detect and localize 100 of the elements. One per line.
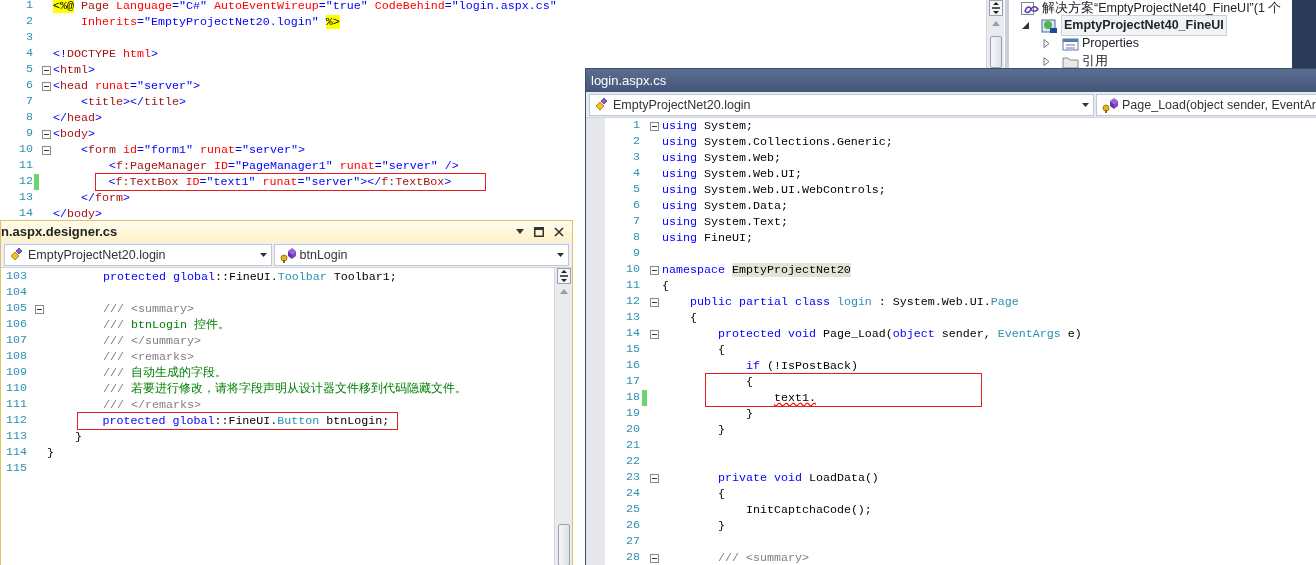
line-number: 11: [18, 157, 33, 175]
code-line: /// <summary>: [717, 552, 809, 564]
type-dropdown[interactable]: EmptyProjectNet20.login: [4, 244, 272, 266]
fold-icon[interactable]: [34, 304, 44, 314]
dropdown-arrow-icon[interactable]: [1082, 103, 1089, 107]
line-number: 104: [5, 284, 27, 302]
code-line: {: [690, 312, 697, 324]
line-number: 24: [625, 485, 640, 503]
fold-icon[interactable]: [650, 553, 659, 563]
window-title: login.aspx.cs: [591, 71, 667, 90]
code-line: /// <remarks>: [102, 351, 194, 363]
line-number: 23: [625, 469, 640, 487]
code-line: }: [745, 408, 753, 420]
vertical-scrollbar[interactable]: [554, 268, 572, 565]
vertical-scrollbar[interactable]: [986, 0, 1004, 68]
tree-item[interactable]: Properties: [1082, 34, 1139, 53]
line-number: 2: [25, 13, 33, 31]
fold-icon[interactable]: [650, 297, 659, 307]
class-icon: [9, 247, 25, 263]
line-number: 105: [5, 300, 27, 318]
line-number: 9: [25, 125, 33, 143]
properties-icon: [1062, 36, 1079, 51]
code-line: /// 若要进行修改，请将字段声明从设计器文件移到代码隐藏文件。: [102, 383, 467, 395]
fold-icon[interactable]: [41, 145, 51, 155]
code-line: }: [47, 447, 54, 459]
fold-icon[interactable]: [650, 121, 659, 131]
method-icon: [1101, 97, 1119, 113]
code-line: {: [662, 280, 669, 292]
fold-icon[interactable]: [650, 329, 659, 339]
line-number: 11: [625, 277, 640, 295]
line-number: 3: [632, 149, 640, 167]
code-line: {: [717, 344, 725, 356]
line-number: 7: [632, 213, 640, 231]
line-number: 13: [18, 189, 33, 207]
line-number: 22: [625, 453, 640, 471]
dropdown-arrow-icon[interactable]: [557, 253, 564, 257]
tree-item[interactable]: EmptyProjectNet40_FineUI: [1061, 15, 1227, 36]
code-line: <form id="form1" runat="server">: [81, 144, 305, 156]
code-line: {: [717, 488, 725, 500]
line-number: 10: [625, 261, 640, 279]
dropdown-arrow-icon[interactable]: [259, 253, 267, 257]
line-number: 20: [625, 421, 640, 439]
dropdown-icon[interactable]: [516, 229, 524, 234]
line-number: 110: [5, 380, 27, 398]
line-number: 28: [625, 549, 640, 565]
line-number: 12: [18, 173, 33, 191]
line-number: 25: [625, 501, 640, 519]
code-line: </form>: [81, 192, 130, 204]
splitter-icon[interactable]: [988, 0, 1003, 16]
code-line: protected global::FineUI.Toolbar Toolbar1;: [102, 271, 397, 283]
line-number: 1: [25, 0, 33, 15]
code-line: protected void Page_Load(object sender, EventArgs e): [717, 328, 1082, 340]
fold-icon[interactable]: [650, 473, 659, 483]
scrollbar-thumb[interactable]: [989, 36, 1002, 68]
code-line: InitCaptchaCode();: [745, 504, 872, 516]
line-number: 27: [625, 533, 640, 551]
code-line: text1.: [773, 392, 816, 404]
fold-icon[interactable]: [41, 129, 51, 139]
class-icon: [594, 97, 610, 113]
line-number: 4: [632, 165, 640, 183]
type-dropdown[interactable]: EmptyProjectNet20.login: [589, 94, 1094, 116]
solution-label[interactable]: 解决方案“EmptyProjectNet40_FineUI”(1 个: [1042, 0, 1282, 18]
fold-icon[interactable]: [41, 81, 51, 91]
code-line: }: [717, 424, 725, 436]
code-line: /// btnLogin 控件。: [102, 319, 230, 331]
line-number: 4: [25, 45, 33, 63]
code-line: namespace EmptyProjectNet20: [662, 264, 851, 276]
member-dropdown[interactable]: Page_Load(object sender, EventAr: [1096, 94, 1316, 116]
line-number: 3: [25, 29, 33, 47]
code-line: <head runat="server">: [53, 80, 200, 92]
fold-icon[interactable]: [41, 65, 51, 75]
code-line: if (!IsPostBack): [745, 360, 858, 372]
code-line: <f:TextBox ID="text1" runat="server"></f:TextBox>: [108, 175, 452, 189]
line-number: 103: [5, 268, 27, 286]
code-line: private void LoadData(): [717, 472, 879, 484]
scrollbar-thumb[interactable]: [557, 524, 570, 565]
line-number: 112: [5, 412, 27, 430]
line-number: 5: [25, 61, 33, 79]
tree-item[interactable]: 引用: [1082, 52, 1108, 71]
maximize-icon[interactable]: [534, 226, 544, 237]
code-line: /// </remarks>: [102, 399, 201, 411]
line-number: 5: [632, 181, 640, 199]
triangle-icon[interactable]: [1021, 21, 1030, 30]
window-title: n.aspx.designer.cs: [1, 222, 119, 241]
line-number: 18: [625, 389, 640, 407]
splitter-icon[interactable]: [556, 268, 571, 284]
line-number: 17: [625, 373, 640, 391]
line-number: 21: [625, 437, 640, 455]
line-number: 106: [5, 316, 27, 334]
code-line: <!DOCTYPE html>: [53, 48, 158, 60]
code-line: }: [717, 520, 725, 532]
code-line: </head>: [53, 112, 102, 124]
line-number: 14: [18, 205, 33, 223]
code-line: <body>: [53, 128, 95, 140]
code-line: <f:PageManager ID="PageManager1" runat="server" />: [108, 160, 459, 172]
line-number: 14: [625, 325, 640, 343]
member-dropdown[interactable]: btnLogin: [273, 244, 569, 266]
fold-icon[interactable]: [650, 265, 659, 275]
line-number: 19: [625, 405, 640, 423]
close-icon[interactable]: [554, 226, 564, 237]
